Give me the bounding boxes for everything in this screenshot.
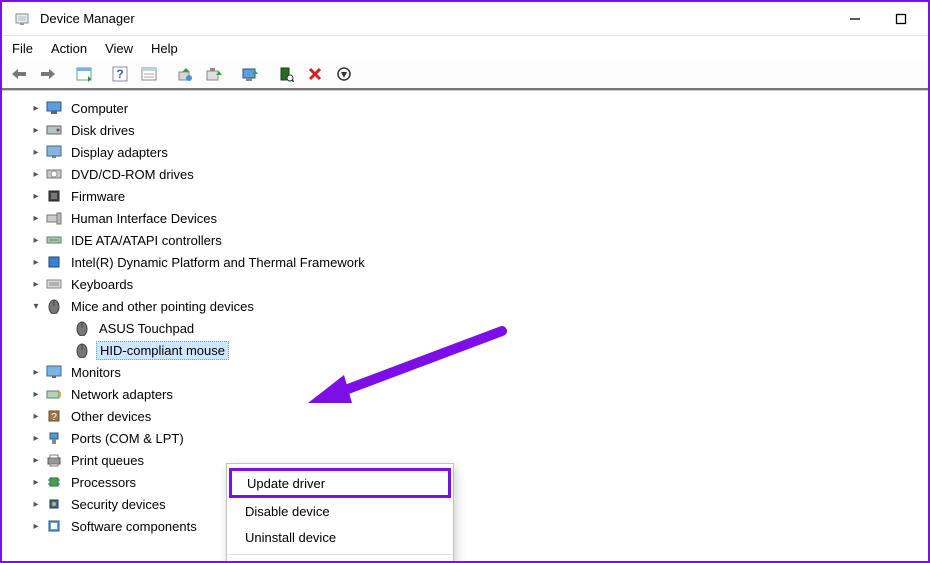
mouse-icon bbox=[44, 297, 64, 315]
chevron-right-icon[interactable]: ▸ bbox=[28, 389, 44, 400]
tree-node-display-adapters[interactable]: ▸ Display adapters bbox=[28, 141, 928, 163]
tree-node-asus-touchpad[interactable]: ASUS Touchpad bbox=[56, 317, 928, 339]
tree-node-monitors[interactable]: ▸ Monitors bbox=[28, 361, 928, 383]
ide-controller-icon bbox=[44, 231, 64, 249]
update-driver-software-button[interactable] bbox=[201, 61, 227, 87]
menubar: File Action View Help bbox=[2, 36, 928, 60]
enable-device-button[interactable] bbox=[237, 61, 263, 87]
menu-action[interactable]: Action bbox=[51, 41, 87, 56]
svg-text:?: ? bbox=[116, 67, 123, 81]
ctx-uninstall-device[interactable]: Uninstall device bbox=[227, 524, 453, 550]
scan-hardware-button[interactable] bbox=[273, 61, 299, 87]
chevron-right-icon[interactable]: ▸ bbox=[28, 125, 44, 136]
ctx-update-driver[interactable]: Update driver bbox=[229, 468, 451, 498]
printer-icon bbox=[44, 451, 64, 469]
device-tree: ▸ Computer ▸ Disk drives ▸ Display adapt… bbox=[2, 91, 928, 537]
tree-node-mice[interactable]: ▾ Mice and other pointing devices bbox=[28, 295, 928, 317]
tree-node-firmware[interactable]: ▸ Firmware bbox=[28, 185, 928, 207]
software-component-icon bbox=[44, 517, 64, 535]
other-devices-icon: ? bbox=[44, 407, 64, 425]
window-controls bbox=[832, 3, 924, 35]
chevron-right-icon[interactable]: ▸ bbox=[28, 499, 44, 510]
titlebar: Device Manager bbox=[2, 2, 928, 36]
chevron-right-icon[interactable]: ▸ bbox=[28, 235, 44, 246]
properties-button[interactable] bbox=[136, 61, 162, 87]
content-area: ▸ Computer ▸ Disk drives ▸ Display adapt… bbox=[2, 90, 928, 561]
display-adapter-icon bbox=[44, 143, 64, 161]
disable-device-button[interactable] bbox=[331, 61, 357, 87]
hid-icon bbox=[44, 209, 64, 227]
tree-node-ports[interactable]: ▸ Ports (COM & LPT) bbox=[28, 427, 928, 449]
chevron-right-icon[interactable]: ▸ bbox=[28, 433, 44, 444]
chevron-right-icon[interactable]: ▸ bbox=[28, 147, 44, 158]
app-icon bbox=[12, 9, 32, 29]
tree-node-computer[interactable]: ▸ Computer bbox=[28, 97, 928, 119]
chevron-right-icon[interactable]: ▸ bbox=[28, 103, 44, 114]
tree-node-intel-dptf[interactable]: ▸ Intel(R) Dynamic Platform and Thermal … bbox=[28, 251, 928, 273]
svg-text:?: ? bbox=[51, 412, 57, 423]
mice-children: ASUS Touchpad HID-compliant mouse bbox=[28, 317, 928, 361]
mouse-icon bbox=[72, 319, 92, 337]
network-adapter-icon bbox=[44, 385, 64, 403]
forward-button[interactable] bbox=[35, 61, 61, 87]
ctx-scan-hardware[interactable]: Scan for hardware changes bbox=[227, 559, 453, 561]
intel-platform-icon bbox=[44, 253, 64, 271]
tree-node-disk-drives[interactable]: ▸ Disk drives bbox=[28, 119, 928, 141]
menu-file[interactable]: File bbox=[12, 41, 33, 56]
keyboard-icon bbox=[44, 275, 64, 293]
chevron-right-icon[interactable]: ▸ bbox=[28, 169, 44, 180]
security-device-icon bbox=[44, 495, 64, 513]
uninstall-device-button[interactable] bbox=[302, 61, 328, 87]
processor-icon bbox=[44, 473, 64, 491]
minimize-button[interactable] bbox=[832, 3, 878, 35]
context-menu: Update driver Disable device Uninstall d… bbox=[226, 463, 454, 561]
tree-node-security-devices[interactable]: ▸ Security devices bbox=[28, 493, 928, 515]
computer-icon bbox=[44, 99, 64, 117]
tree-node-processors[interactable]: ▸ Processors bbox=[28, 471, 928, 493]
firmware-icon bbox=[44, 187, 64, 205]
menu-help[interactable]: Help bbox=[151, 41, 178, 56]
disk-drive-icon bbox=[44, 121, 64, 139]
tree-node-dvd-cd-rom[interactable]: ▸ DVD/CD-ROM drives bbox=[28, 163, 928, 185]
update-driver-button[interactable] bbox=[172, 61, 198, 87]
show-hide-console-tree-button[interactable] bbox=[71, 61, 97, 87]
tree-node-keyboards[interactable]: ▸ Keyboards bbox=[28, 273, 928, 295]
chevron-right-icon[interactable]: ▸ bbox=[28, 455, 44, 466]
dvd-drive-icon bbox=[44, 165, 64, 183]
chevron-down-icon[interactable]: ▾ bbox=[28, 301, 44, 312]
back-button[interactable] bbox=[6, 61, 32, 87]
tree-node-ide-ata[interactable]: ▸ IDE ATA/ATAPI controllers bbox=[28, 229, 928, 251]
toolbar: ? bbox=[2, 60, 928, 90]
menu-view[interactable]: View bbox=[105, 41, 133, 56]
chevron-right-icon[interactable]: ▸ bbox=[28, 411, 44, 422]
chevron-right-icon[interactable]: ▸ bbox=[28, 521, 44, 532]
device-manager-window: Device Manager File Action View Help ? bbox=[0, 0, 930, 563]
chevron-right-icon[interactable]: ▸ bbox=[28, 477, 44, 488]
chevron-right-icon[interactable]: ▸ bbox=[28, 279, 44, 290]
chevron-right-icon[interactable]: ▸ bbox=[28, 191, 44, 202]
tree-node-other-devices[interactable]: ▸ ? Other devices bbox=[28, 405, 928, 427]
ctx-disable-device[interactable]: Disable device bbox=[227, 498, 453, 524]
help-button[interactable]: ? bbox=[107, 61, 133, 87]
maximize-button[interactable] bbox=[878, 3, 924, 35]
monitor-icon bbox=[44, 363, 64, 381]
mouse-icon bbox=[72, 341, 92, 359]
tree-node-human-interface[interactable]: ▸ Human Interface Devices bbox=[28, 207, 928, 229]
window-title: Device Manager bbox=[40, 11, 135, 26]
ports-icon bbox=[44, 429, 64, 447]
tree-node-network-adapters[interactable]: ▸ Network adapters bbox=[28, 383, 928, 405]
ctx-separator bbox=[228, 554, 452, 555]
tree-node-print-queues[interactable]: ▸ Print queues bbox=[28, 449, 928, 471]
tree-node-software-components[interactable]: ▸ Software components bbox=[28, 515, 928, 537]
tree-node-hid-mouse[interactable]: HID-compliant mouse bbox=[56, 339, 928, 361]
chevron-right-icon[interactable]: ▸ bbox=[28, 213, 44, 224]
chevron-right-icon[interactable]: ▸ bbox=[28, 257, 44, 268]
chevron-right-icon[interactable]: ▸ bbox=[28, 367, 44, 378]
